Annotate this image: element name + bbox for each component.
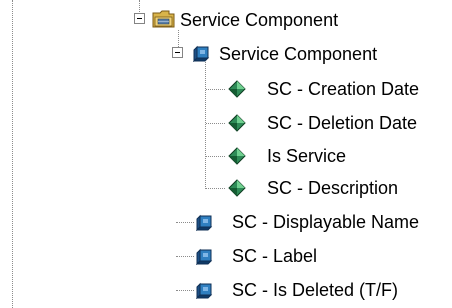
cube-icon	[196, 214, 213, 231]
tree-node-label: Service Component	[180, 10, 339, 30]
tree-node-label: Is Service	[267, 146, 347, 166]
tree-node-label: SC - Deletion Date	[267, 113, 418, 133]
cube-icon	[196, 248, 213, 265]
folder-icon	[152, 10, 175, 28]
tree-node-sc-displayable-name[interactable]: SC - Displayable Name	[0, 207, 452, 237]
attribute-diamond-icon	[228, 147, 246, 165]
attribute-diamond-icon	[228, 114, 246, 132]
tree-node-service-component-folder[interactable]: Service Component	[0, 5, 452, 35]
attribute-diamond-icon	[228, 179, 246, 197]
collapse-toggle[interactable]	[134, 13, 145, 24]
tree-node-sc-deletion-date[interactable]: SC - Deletion Date	[0, 108, 452, 138]
tree-node-sc-creation-date[interactable]: SC - Creation Date	[0, 74, 452, 104]
tree-node-label: Service Component	[219, 44, 378, 64]
collapse-toggle[interactable]	[172, 47, 183, 58]
tree-node-sc-description[interactable]: SC - Description	[0, 173, 452, 203]
tree-node-service-component[interactable]: Service Component	[0, 39, 452, 69]
tree-node-label: SC - Is Deleted (T/F)	[232, 280, 399, 300]
tree-node-label: SC - Description	[267, 178, 399, 198]
tree-node-label: SC - Label	[232, 246, 318, 266]
tree-node-label: SC - Creation Date	[267, 79, 420, 99]
tree-view: Service Component Service Component SC -…	[0, 0, 452, 308]
tree-node-sc-label[interactable]: SC - Label	[0, 241, 452, 271]
attribute-diamond-icon	[228, 80, 246, 98]
cube-icon	[193, 45, 210, 62]
tree-node-sc-is-deleted[interactable]: SC - Is Deleted (T/F)	[0, 275, 452, 305]
cube-icon	[196, 282, 213, 299]
tree-node-label: SC - Displayable Name	[232, 212, 420, 232]
tree-node-is-service[interactable]: Is Service	[0, 141, 452, 171]
